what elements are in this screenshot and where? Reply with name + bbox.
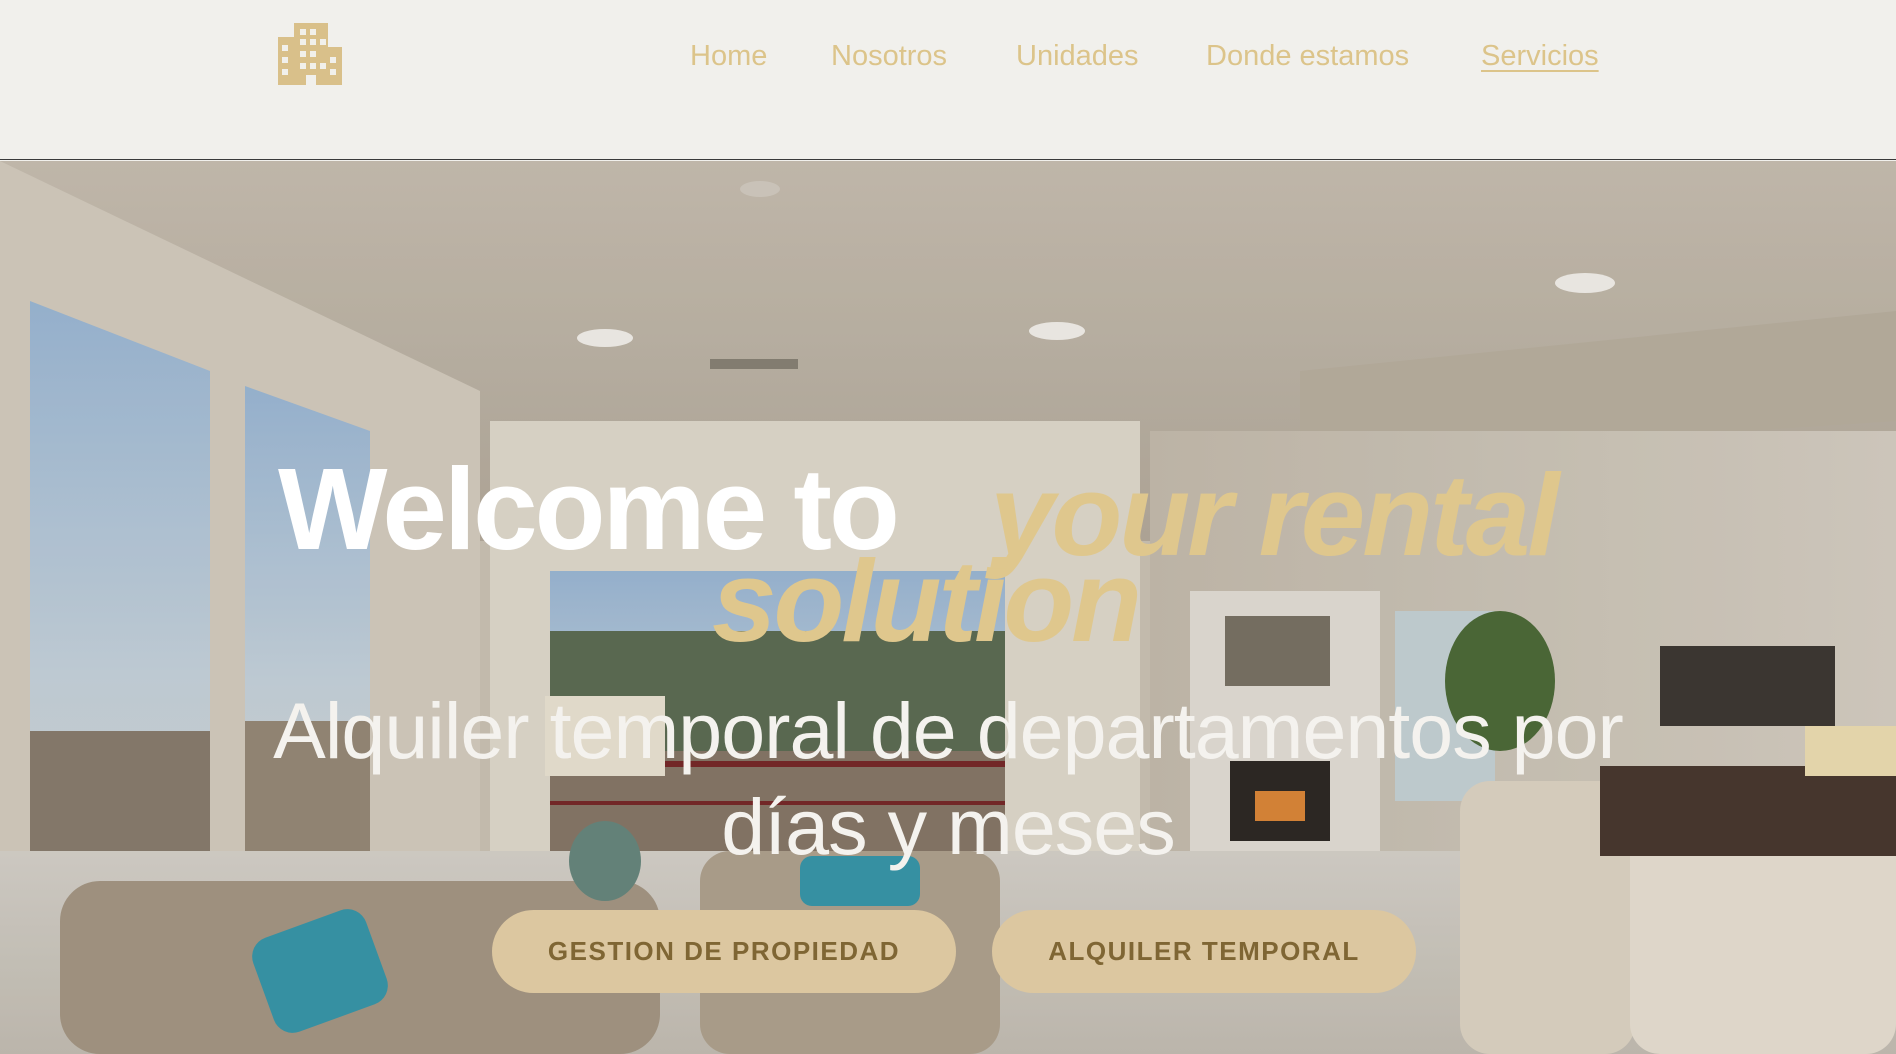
hero-background-image <box>0 161 1896 1054</box>
nav-unidades[interactable]: Unidades <box>1016 36 1139 76</box>
nav-servicios[interactable]: Servicios <box>1481 36 1599 76</box>
main-nav: Home Nosotros Unidades Donde estamos Ser… <box>0 36 1896 76</box>
hero-section: Welcome to your rental solution Alquiler… <box>0 161 1896 1054</box>
nav-donde-estamos[interactable]: Donde estamos <box>1206 36 1409 76</box>
gestion-de-propiedad-button[interactable]: GESTION DE PROPIEDAD <box>492 910 956 993</box>
nav-nosotros[interactable]: Nosotros <box>831 36 947 76</box>
nav-home[interactable]: Home <box>690 36 767 76</box>
site-header: Home Nosotros Unidades Donde estamos Ser… <box>0 0 1896 160</box>
alquiler-temporal-button[interactable]: ALQUILER TEMPORAL <box>992 910 1416 993</box>
hero-subtitle: Alquiler temporal de departamentos por d… <box>273 686 1624 871</box>
